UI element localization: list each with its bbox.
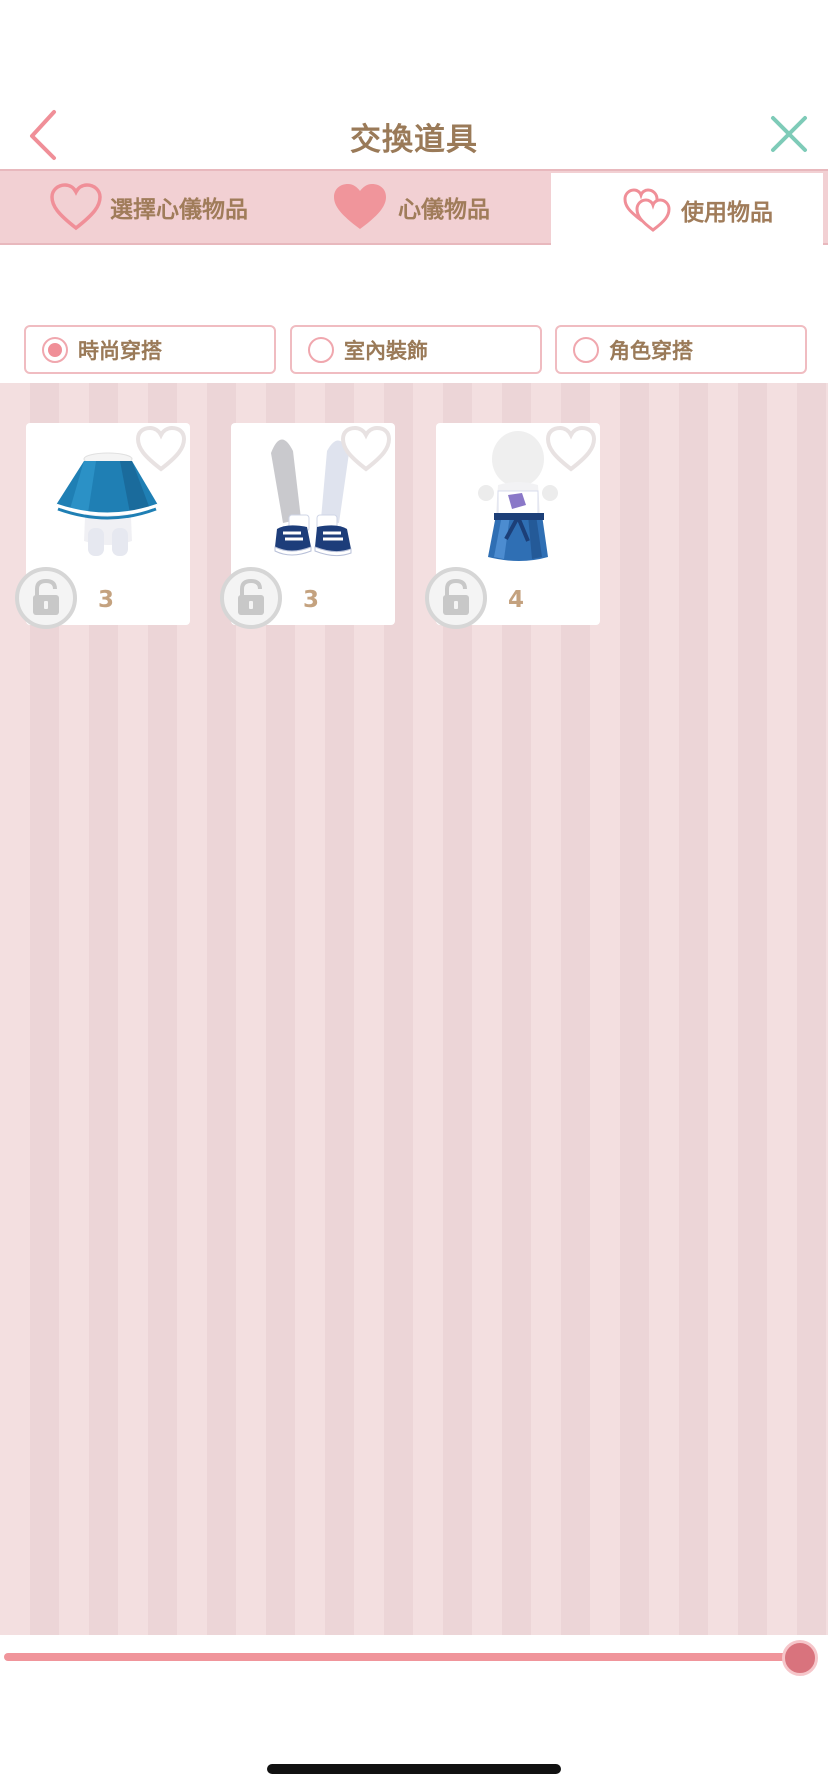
heart-outline-icon (50, 183, 102, 231)
radio-unselected-icon (573, 336, 599, 363)
lock-icon[interactable] (219, 566, 283, 630)
filter-fashion[interactable]: 時尚穿搭 (24, 325, 276, 374)
scroll-thumb[interactable] (782, 1640, 818, 1676)
filter-label: 室內裝飾 (344, 338, 428, 363)
radio-selected-icon (42, 336, 68, 363)
tab-label: 選擇心儀物品 (110, 197, 248, 223)
tab-bar: 選擇心儀物品 心儀物品 使用物品 (0, 169, 828, 247)
heart-outline-icon[interactable] (544, 425, 598, 473)
filter-interior[interactable]: 室內裝飾 (290, 325, 542, 374)
filter-label: 時尚穿搭 (78, 338, 162, 363)
heart-outline-icon[interactable] (134, 425, 188, 473)
radio-unselected-icon (308, 336, 334, 363)
page-title: 交換道具 (350, 122, 478, 158)
item-card[interactable]: 4 (425, 423, 600, 629)
tab-label: 心儀物品 (398, 197, 490, 223)
category-filter: 時尚穿搭 室內裝飾 角色穿搭 (0, 325, 828, 375)
close-icon[interactable] (765, 110, 813, 158)
header: 交換道具 (0, 100, 828, 170)
heart-outline-icon[interactable] (339, 425, 393, 473)
item-count: 3 (98, 587, 115, 613)
scroll-track[interactable] (4, 1653, 804, 1661)
item-card[interactable]: 3 (220, 423, 395, 629)
tab-used-items[interactable]: 使用物品 (551, 173, 823, 247)
double-heart-icon (623, 188, 671, 232)
heart-filled-icon (334, 184, 386, 229)
home-indicator (267, 1764, 561, 1774)
tab-select-wishlist[interactable]: 選擇心儀物品 (48, 171, 248, 243)
filter-label: 角色穿搭 (609, 338, 693, 363)
item-card[interactable]: 3 (15, 423, 190, 629)
lock-icon[interactable] (424, 566, 488, 630)
item-grid: 3 3 4 (0, 383, 828, 1635)
tab-wishlist[interactable]: 心儀物品 (330, 171, 490, 243)
filter-character[interactable]: 角色穿搭 (555, 325, 807, 374)
tab-label: 使用物品 (681, 200, 773, 226)
item-count: 4 (508, 587, 525, 613)
lock-icon[interactable] (14, 566, 78, 630)
item-count: 3 (303, 587, 320, 613)
